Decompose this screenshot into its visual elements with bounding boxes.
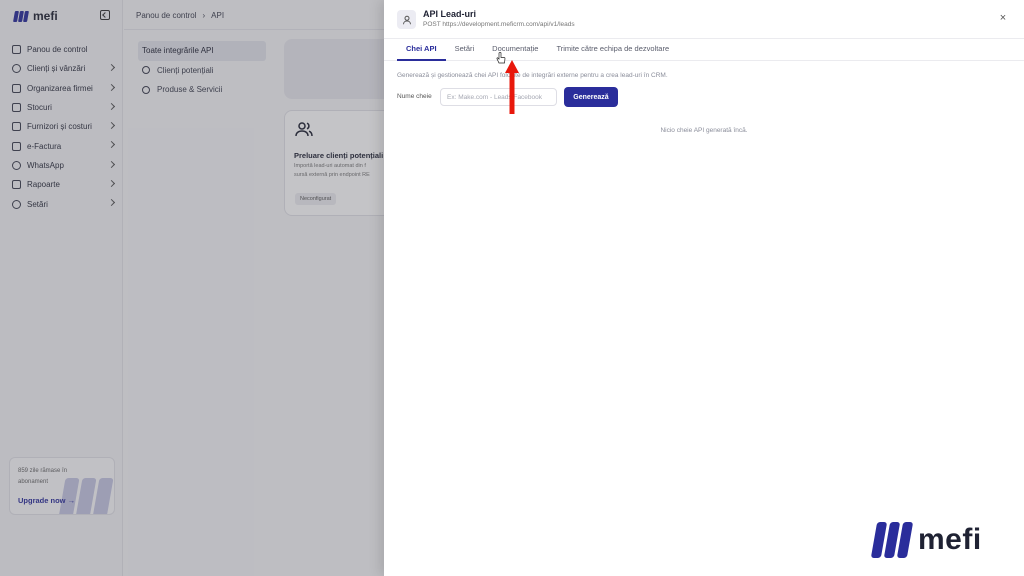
key-name-label: Nume cheie	[397, 93, 432, 100]
generate-button[interactable]: Generează	[564, 87, 618, 107]
empty-state-text: Nicio cheie API generată încă.	[660, 127, 748, 134]
mefi-logo-icon	[870, 522, 914, 558]
tab-setari[interactable]: Setări	[446, 40, 484, 61]
brand-text: mefi	[918, 523, 982, 556]
tab-chei-api[interactable]: Chei API	[397, 40, 446, 61]
brand-watermark: mefi	[870, 522, 982, 558]
header-divider	[384, 38, 1024, 39]
drawer-title: API Lead-uri	[423, 9, 477, 19]
tab-trimite-dezvoltare[interactable]: Trimite către echipa de dezvoltare	[547, 40, 678, 61]
annotation-arrow-icon	[505, 60, 519, 114]
close-icon[interactable]: ×	[998, 13, 1008, 24]
tab-documentatie[interactable]: Documentație	[483, 40, 547, 61]
modal-backdrop[interactable]	[0, 0, 384, 576]
user-icon	[397, 10, 416, 29]
api-leads-drawer: API Lead-uri POST https://development.me…	[384, 0, 1024, 576]
drawer-endpoint: POST https://development.meficrm.com/api…	[423, 21, 575, 28]
key-name-input[interactable]	[440, 88, 557, 106]
api-keys-description: Generează și gestionează chei API folosi…	[397, 72, 668, 79]
drawer-tabs: Chei API Setări Documentație Trimite căt…	[397, 40, 678, 61]
